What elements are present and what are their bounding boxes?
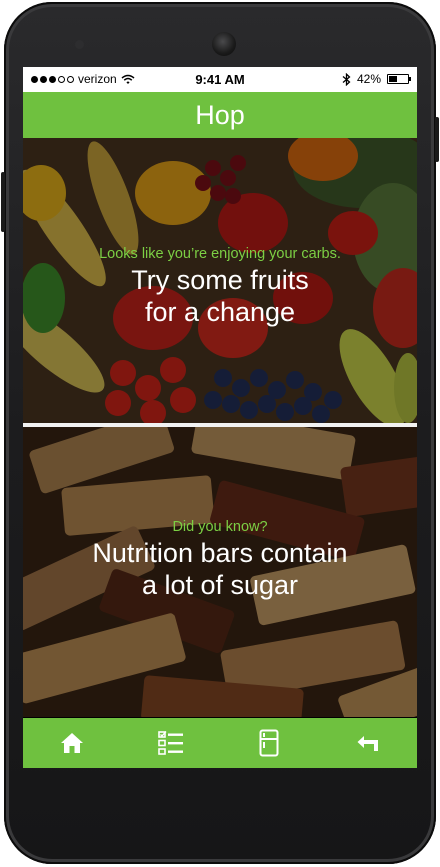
home-icon [61,733,84,753]
power-button [1,172,5,232]
nutrition-card-lead: Did you know? [172,519,268,535]
status-bar: verizon 9:41 AM 42% [23,67,417,92]
app-title: Hop [195,100,245,130]
fruit-suggestion-card[interactable]: Looks like you’re enjoying your carbs. T… [23,138,417,423]
fruit-card-lead: Looks like you’re enjoying your carbs. [99,246,341,262]
front-camera [212,32,236,56]
battery-icon [387,74,411,84]
status-right: 42% [342,72,411,86]
nav-back-button[interactable] [338,718,398,768]
nav-home-button[interactable] [42,718,102,768]
fruit-card-text: Looks like you’re enjoying your carbs. T… [23,246,417,328]
fruit-card-message-line2: for a change [144,297,296,327]
fruit-card-message-line1: Try some fruits [131,265,309,295]
front-sensor [75,40,84,49]
fridge-icon [259,729,279,757]
bottom-nav [23,718,417,768]
nav-fridge-button[interactable] [239,718,299,768]
nutrition-card-text: Did you know? Nutrition bars contain a l… [23,519,417,601]
volume-button [435,117,439,162]
nav-list-button[interactable] [141,718,201,768]
nutrition-fact-card[interactable]: Did you know? Nutrition bars contain a l… [23,427,417,717]
bluetooth-icon [342,72,351,86]
nutrition-card-message-line2: a lot of sugar [141,570,299,600]
back-arrow-icon [357,736,378,751]
app-title-bar: Hop [23,92,417,138]
screen: verizon 9:41 AM 42% Hop Looks like you’r… [23,67,417,768]
nutrition-card-message-line1: Nutrition bars contain [92,538,348,568]
checklist-icon [157,731,183,755]
battery-percent: 42% [356,72,381,86]
